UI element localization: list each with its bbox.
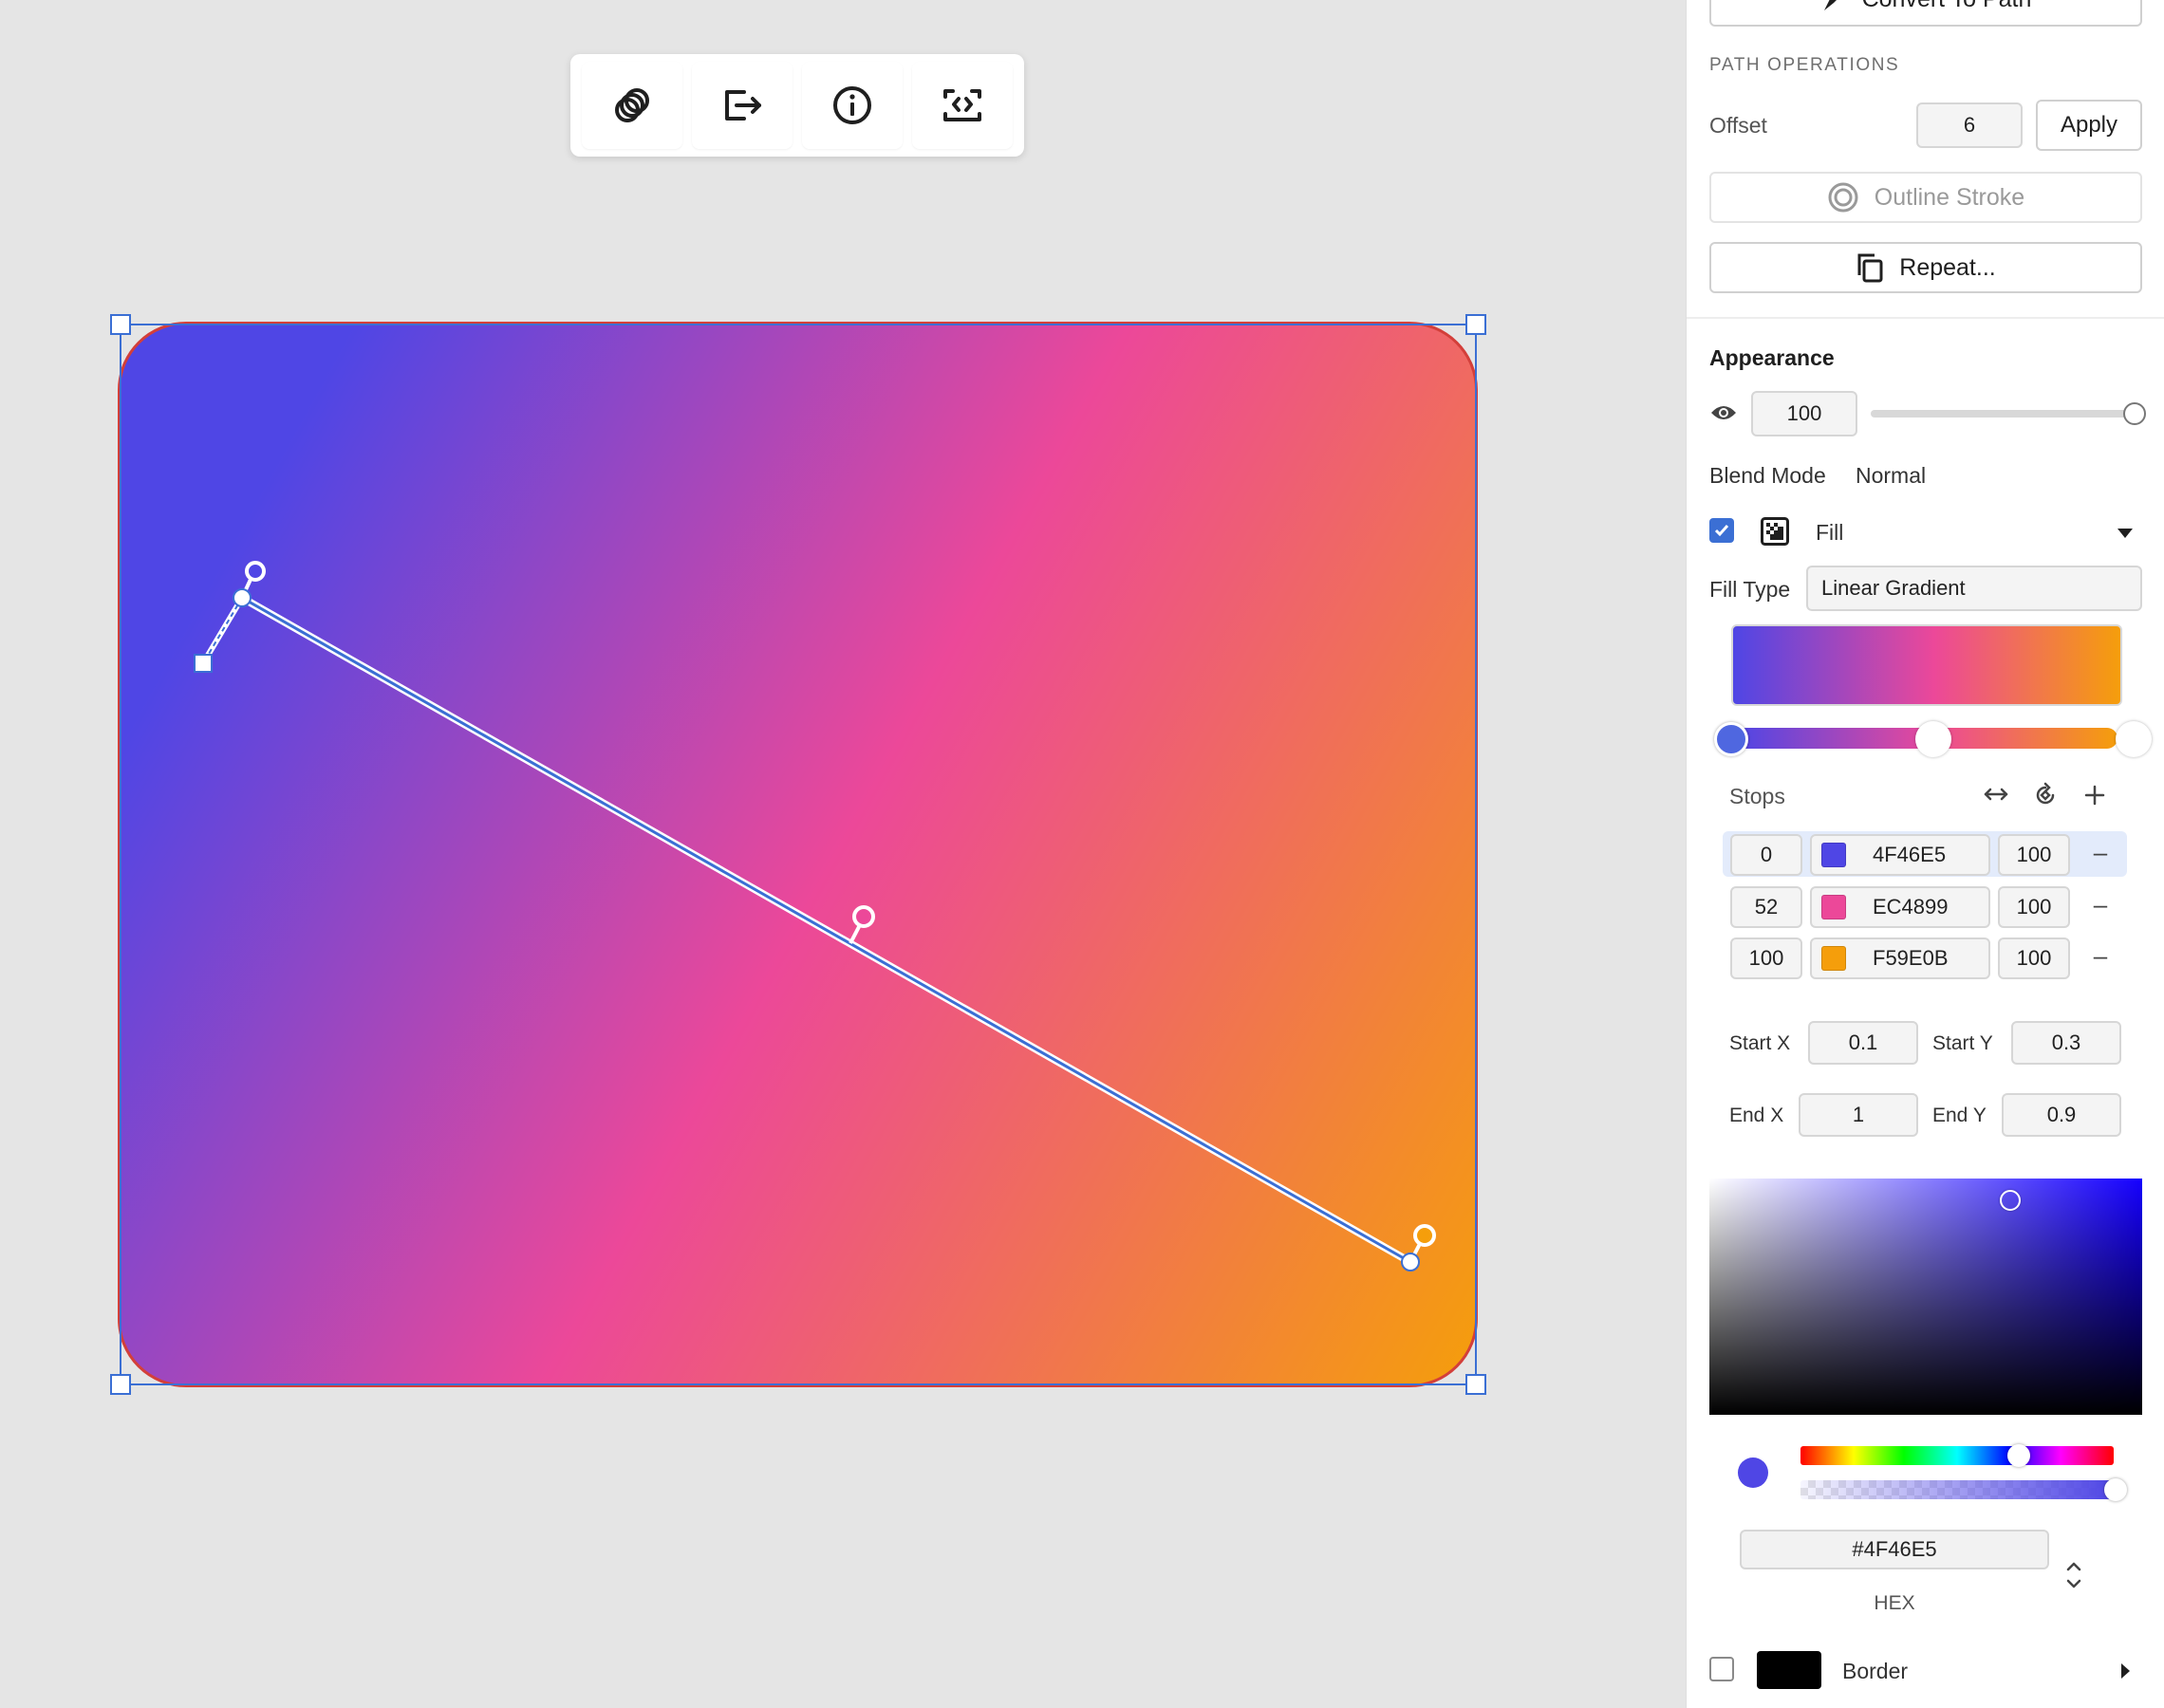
gradient-rectangle[interactable]	[118, 322, 1478, 1387]
remove-stop-button[interactable]: –	[2081, 941, 2119, 971]
resize-handle-bottom-left[interactable]	[110, 1374, 131, 1395]
start-x-label: Start X	[1729, 1032, 1791, 1054]
pen-nib-icon	[1823, 0, 1837, 10]
fill-enabled-checkbox[interactable]	[1709, 518, 1734, 543]
color-format-label: HEX	[1874, 1592, 1915, 1614]
hue-slider-thumb[interactable]	[2007, 1444, 2030, 1467]
start-y-label: Start Y	[1932, 1032, 1993, 1054]
remove-stop-button[interactable]: –	[2081, 838, 2119, 867]
intersect-icon	[615, 88, 649, 122]
offset-input[interactable]: 6	[1916, 102, 2023, 148]
opacity-slider-thumb[interactable]	[2123, 402, 2146, 425]
stop-position-input[interactable]: 100	[1730, 938, 1802, 979]
resize-handle-bottom-right[interactable]	[1465, 1374, 1486, 1395]
gradient-stop-marker-0[interactable]	[245, 561, 266, 582]
color-format-toggle-icon[interactable]	[2064, 1556, 2083, 1594]
stop-position-input[interactable]: 52	[1730, 886, 1802, 928]
add-stop-icon[interactable]	[2083, 784, 2106, 807]
opacity-slider-track[interactable]	[1871, 410, 2136, 418]
stop-color-swatch[interactable]	[1821, 895, 1846, 919]
hue-slider[interactable]	[1800, 1446, 2114, 1465]
gradient-start-handle[interactable]	[233, 588, 252, 607]
design-canvas[interactable]	[0, 0, 1686, 1708]
alpha-slider-thumb[interactable]	[2104, 1478, 2127, 1501]
outline-stroke-label: Outline Stroke	[1874, 183, 2025, 211]
apply-button[interactable]: Apply	[2036, 100, 2142, 151]
path-operations-heading: PATH OPERATIONS	[1709, 55, 1900, 75]
stop-position-input[interactable]: 0	[1730, 834, 1802, 876]
stop-hex-value: F59E0B	[1873, 946, 1949, 970]
stop-opacity-input[interactable]: 100	[1998, 834, 2070, 876]
fill-type-label: Fill Type	[1709, 577, 1791, 602]
alpha-slider[interactable]	[1800, 1480, 2114, 1499]
start-y-input[interactable]: 0.3	[2011, 1021, 2121, 1065]
border-color-swatch[interactable]	[1757, 1651, 1821, 1689]
rotate-gradient-icon[interactable]	[2032, 782, 2059, 808]
embed-code-button[interactable]	[912, 62, 1013, 149]
blend-mode-label: Blend Mode	[1709, 463, 1826, 488]
gradient-stop-handle-0[interactable]	[1714, 722, 1748, 756]
stop-color-swatch[interactable]	[1821, 843, 1846, 867]
saturation-value-picker[interactable]	[1709, 1179, 2142, 1415]
export-icon	[725, 90, 761, 121]
fill-dropdown-caret-icon[interactable]	[2117, 528, 2134, 539]
fill-label: Fill	[1816, 520, 1844, 545]
remove-stop-button[interactable]: –	[2081, 890, 2119, 919]
outline-stroke-icon	[1828, 182, 1858, 213]
gradient-preview	[1731, 624, 2122, 706]
stop-hex-value: 4F46E5	[1873, 843, 1947, 866]
blend-mode-select[interactable]: Normal	[1856, 463, 1926, 489]
offset-label: Offset	[1709, 113, 1767, 138]
gradient-stop-marker-52[interactable]	[852, 905, 875, 928]
saturation-value-cursor[interactable]	[2000, 1190, 2021, 1211]
properties-panel: Convert To Path PATH OPERATIONS Offset 6…	[1686, 0, 2164, 1708]
info-button[interactable]	[802, 62, 903, 149]
gradient-stop-marker-100[interactable]	[1413, 1224, 1436, 1247]
section-divider	[1687, 317, 2164, 319]
convert-to-path-button[interactable]: Convert To Path	[1709, 0, 2142, 27]
stop-color-input[interactable]: F59E0B	[1810, 938, 1990, 979]
border-expand-caret-icon[interactable]	[2119, 1662, 2131, 1680]
floating-toolbar	[570, 54, 1024, 157]
convert-to-path-label: Convert To Path	[1862, 0, 2032, 13]
visibility-eye-icon[interactable]	[1709, 402, 1738, 423]
repeat-label: Repeat...	[1899, 253, 1996, 281]
repeat-button[interactable]: Repeat...	[1709, 242, 2142, 293]
stop-color-input[interactable]: EC4899	[1810, 886, 1990, 928]
stop-opacity-input[interactable]: 100	[1998, 886, 2070, 928]
gradient-direction-handle[interactable]	[194, 654, 213, 673]
export-button[interactable]	[692, 62, 793, 149]
gradient-end-handle[interactable]	[1401, 1253, 1420, 1272]
opacity-input[interactable]: 100	[1751, 391, 1857, 436]
end-x-label: End X	[1729, 1105, 1784, 1126]
resize-handle-top-right[interactable]	[1465, 314, 1486, 335]
resize-handle-top-left[interactable]	[110, 314, 131, 335]
border-enabled-checkbox[interactable]	[1709, 1657, 1734, 1681]
embed-code-icon	[943, 89, 981, 121]
stop-color-swatch[interactable]	[1821, 946, 1846, 971]
intersect-button[interactable]	[582, 62, 682, 149]
hex-color-input[interactable]: #4F46E5	[1740, 1530, 2049, 1569]
current-color-preview	[1738, 1457, 1768, 1488]
gradient-stop-handle-52[interactable]	[1915, 721, 1951, 757]
stops-label: Stops	[1729, 784, 1785, 808]
swap-horizontal-icon[interactable]	[1983, 785, 2009, 804]
border-label: Border	[1842, 1659, 1909, 1683]
fill-type-select[interactable]: Linear Gradient	[1806, 566, 2142, 611]
gradient-stop-handle-100[interactable]	[2116, 721, 2152, 757]
end-y-label: End Y	[1932, 1105, 1987, 1126]
stop-color-input[interactable]: 4F46E5	[1810, 834, 1990, 876]
checkmark-icon	[1714, 525, 1729, 537]
end-y-input[interactable]: 0.9	[2002, 1093, 2121, 1137]
appearance-heading: Appearance	[1709, 345, 1835, 370]
stop-hex-value: EC4899	[1873, 895, 1949, 919]
end-x-input[interactable]: 1	[1799, 1093, 1918, 1137]
gradient-fill-icon	[1761, 517, 1789, 546]
info-icon	[833, 86, 871, 124]
outline-stroke-button[interactable]: Outline Stroke	[1709, 172, 2142, 223]
copy-icon	[1857, 253, 1883, 283]
stop-opacity-input[interactable]: 100	[1998, 938, 2070, 979]
start-x-input[interactable]: 0.1	[1808, 1021, 1918, 1065]
